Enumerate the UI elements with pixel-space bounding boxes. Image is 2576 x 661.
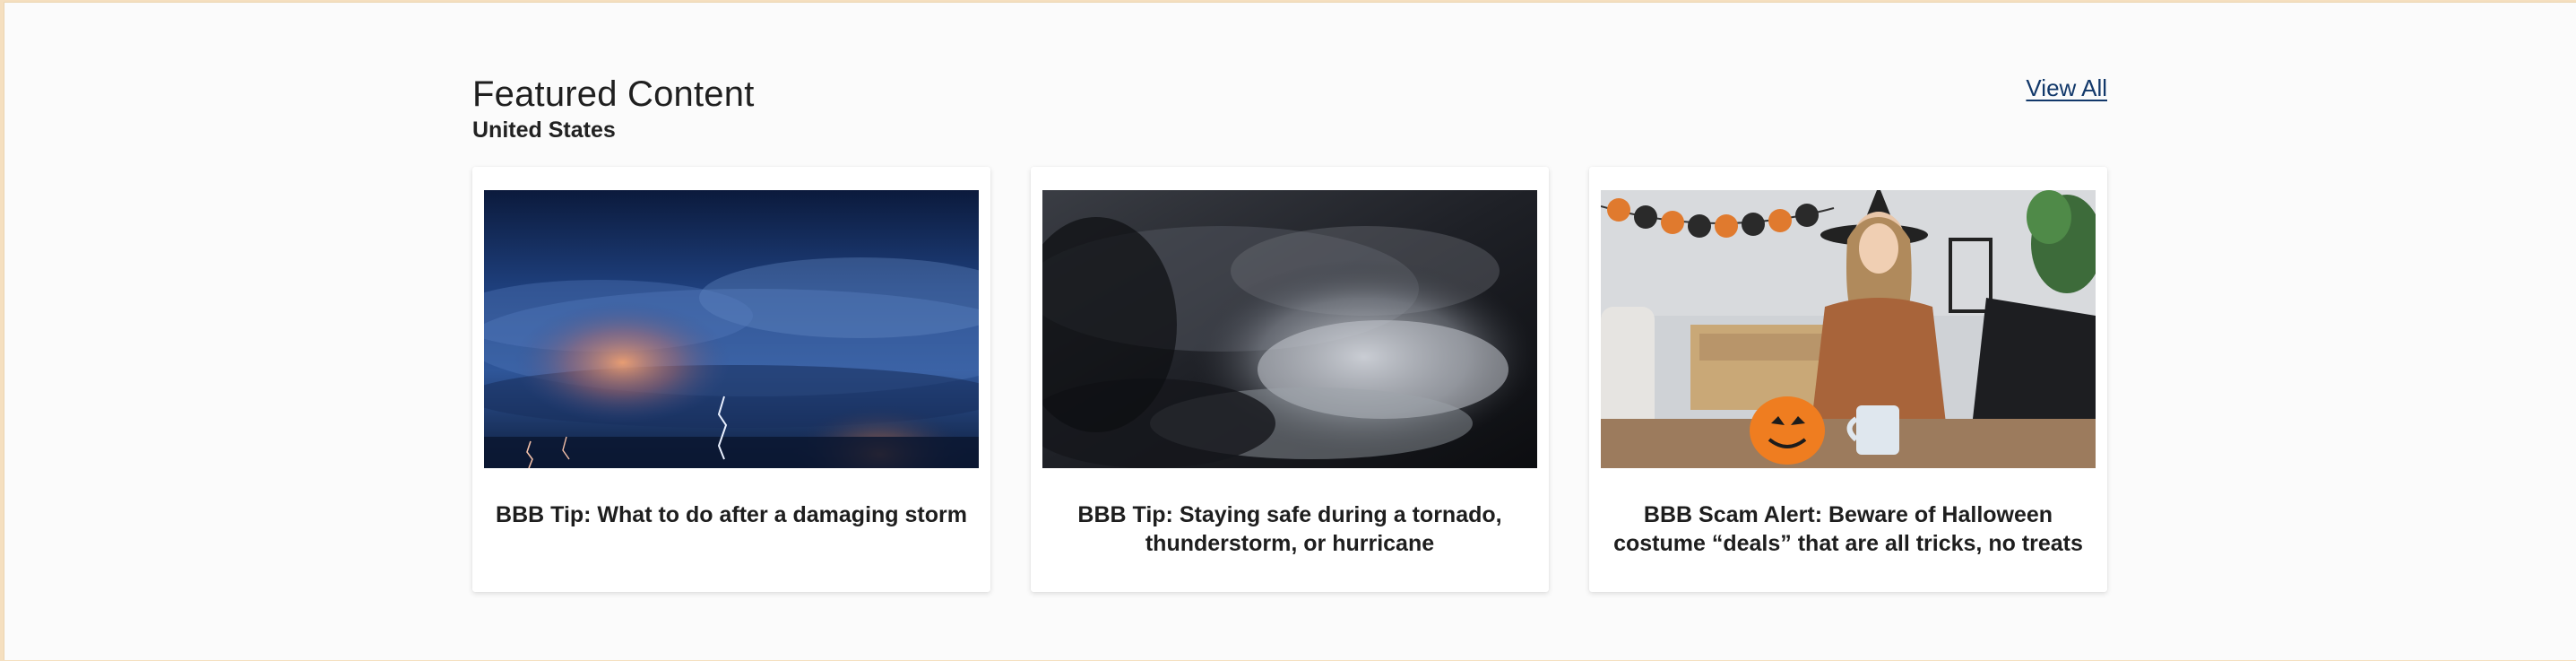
content-card-storm-tips[interactable]: BBB Tip: What to do after a damaging sto… [472, 167, 990, 592]
content-card-halloween-scam[interactable]: BBB Scam Alert: Beware of Halloween cost… [1589, 167, 2107, 592]
card-title[interactable]: BBB Tip: Staying safe during a tornado, … [1049, 500, 1531, 558]
card-image[interactable] [484, 190, 979, 468]
card-title[interactable]: BBB Scam Alert: Beware of Halloween cost… [1607, 500, 2089, 558]
dark-storm-clouds-image [1042, 190, 1537, 468]
featured-content-section: Featured Content United States View All [472, 3, 2107, 661]
page: Featured Content United States View All [4, 2, 2576, 660]
view-all-link[interactable]: View All [2026, 73, 2107, 103]
card-title[interactable]: BBB Tip: What to do after a damaging sto… [490, 500, 972, 529]
card-image[interactable] [1601, 190, 2096, 468]
storm-lightning-image [484, 190, 979, 468]
content-card-tornado-safety[interactable]: BBB Tip: Staying safe during a tornado, … [1031, 167, 1549, 592]
section-subtitle: United States [472, 117, 616, 143]
section-title: Featured Content [472, 74, 755, 114]
card-list: BBB Tip: What to do after a damaging sto… [472, 167, 2107, 592]
halloween-shopping-image [1601, 190, 2096, 468]
card-image[interactable] [1042, 190, 1537, 468]
